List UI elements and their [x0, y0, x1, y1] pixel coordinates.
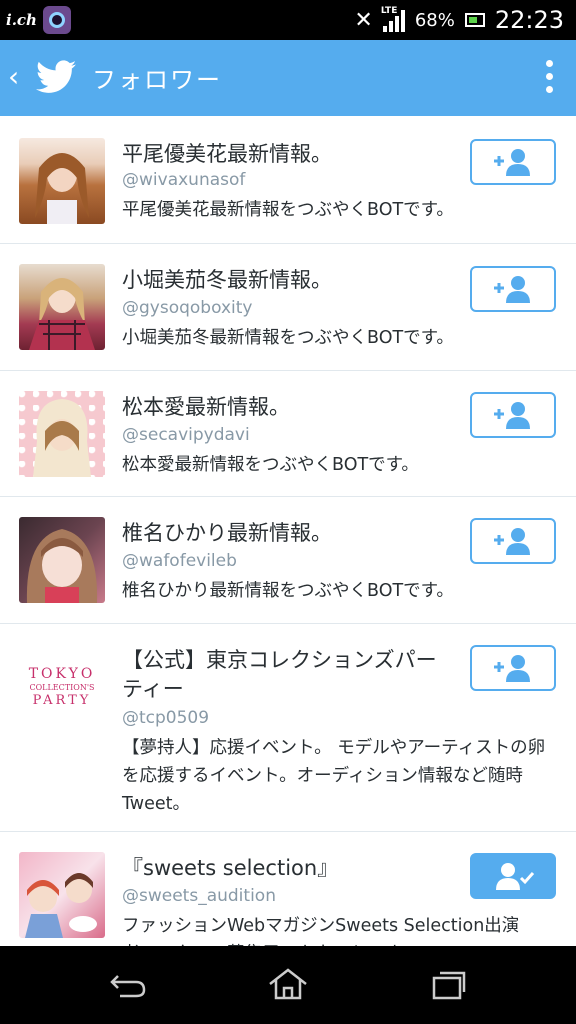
clock: 22:23 — [494, 6, 564, 34]
avatar[interactable] — [19, 138, 105, 224]
system-nav-bar — [0, 946, 576, 1024]
add-user-icon — [494, 655, 530, 682]
follow-button[interactable] — [470, 645, 556, 691]
network-type: LTE — [380, 6, 398, 16]
follower-bio: 小堀美茄冬最新情報をつぶやくBOTです。 — [122, 328, 454, 348]
avatar[interactable] — [19, 517, 105, 603]
follower-name[interactable]: 【公式】東京コレクションズパーティー — [122, 646, 452, 704]
list-item[interactable]: 平尾優美花最新情報。 @wivaxunasof 平尾優美花最新情報をつぶやくBO… — [0, 116, 576, 244]
back-arrow-icon[interactable] — [106, 966, 150, 1002]
follow-button[interactable] — [470, 139, 556, 185]
follower-name[interactable]: 小堀美茄冬最新情報。 — [122, 266, 452, 295]
twitter-bird-icon[interactable] — [36, 60, 76, 94]
add-user-icon — [494, 276, 530, 303]
follower-name[interactable]: 『sweets selection』 — [122, 854, 452, 883]
status-bar: i.ch ✕ LTE 68% 22:23 — [0, 0, 576, 40]
overflow-menu-icon[interactable] — [546, 60, 554, 93]
follower-bio: 平尾優美花最新情報をつぶやくBOTです。 — [122, 200, 454, 220]
follower-bio: 椎名ひかり最新情報をつぶやくBOTです。 — [122, 581, 454, 601]
battery-icon — [464, 13, 485, 27]
follower-bio: 【夢持人】応援イベント。 モデルやアーティストの卵を応援するイベント。オーディシ… — [122, 738, 546, 814]
follower-handle: @gysoqoboxity — [122, 298, 253, 318]
avatar[interactable]: TOKYO COLLECTION'S PARTY — [19, 644, 105, 730]
follower-name[interactable]: 松本愛最新情報。 — [122, 393, 452, 422]
avatar[interactable] — [19, 391, 105, 477]
list-item[interactable]: 『sweets selection』 @sweets_audition ファッシ… — [0, 832, 576, 946]
chevron-left-icon[interactable]: ‹ — [8, 60, 19, 93]
follower-name[interactable]: 椎名ひかり最新情報。 — [122, 519, 452, 548]
list-item[interactable]: 小堀美茄冬最新情報。 @gysoqoboxity 小堀美茄冬最新情報をつぶやくB… — [0, 244, 576, 371]
follower-handle: @wafofevileb — [122, 551, 237, 571]
follower-handle: @wivaxunasof — [122, 170, 246, 190]
user-following-icon — [496, 863, 535, 890]
app-bar: ‹ フォロワー — [0, 40, 576, 116]
following-button[interactable] — [470, 853, 556, 899]
followers-list: 平尾優美花最新情報。 @wivaxunasof 平尾優美花最新情報をつぶやくBO… — [0, 116, 576, 946]
follower-bio: 松本愛最新情報をつぶやくBOTです。 — [122, 455, 419, 475]
list-item[interactable]: 椎名ひかり最新情報。 @wafofevileb 椎名ひかり最新情報をつぶやくBO… — [0, 497, 576, 624]
avatar-text: COLLECTION'S — [29, 682, 95, 692]
add-user-icon — [494, 402, 530, 429]
home-icon[interactable] — [266, 966, 310, 1002]
avatar[interactable] — [19, 264, 105, 350]
follow-button[interactable] — [470, 266, 556, 312]
add-user-icon — [494, 149, 530, 176]
list-item[interactable]: 松本愛最新情報。 @secavipydavi 松本愛最新情報をつぶやくBOTです… — [0, 371, 576, 497]
bluetooth-off-icon: ✕ — [354, 7, 373, 33]
follower-bio: ファッションWebマガジンSweets Selection出演者・スタッフ募集用… — [122, 916, 520, 946]
follow-button[interactable] — [470, 518, 556, 564]
signal-icon: LTE — [380, 6, 405, 32]
carrier-label: i.ch — [6, 11, 37, 29]
add-user-icon — [494, 528, 530, 555]
battery-percent: 68% — [414, 9, 455, 31]
follower-handle: @sweets_audition — [122, 886, 276, 906]
recent-apps-icon[interactable] — [426, 966, 470, 1002]
avatar[interactable] — [19, 852, 105, 938]
follower-handle: @tcp0509 — [122, 708, 210, 728]
page-title: フォロワー — [92, 66, 222, 94]
follower-name[interactable]: 平尾優美花最新情報。 — [122, 140, 452, 169]
follow-button[interactable] — [470, 392, 556, 438]
camera-app-icon — [42, 6, 71, 34]
avatar-text: TOKYO — [28, 665, 96, 682]
list-item[interactable]: TOKYO COLLECTION'S PARTY 【公式】東京コレクションズパー… — [0, 624, 576, 832]
follower-handle: @secavipydavi — [122, 425, 250, 445]
avatar-text: PARTY — [32, 692, 92, 708]
